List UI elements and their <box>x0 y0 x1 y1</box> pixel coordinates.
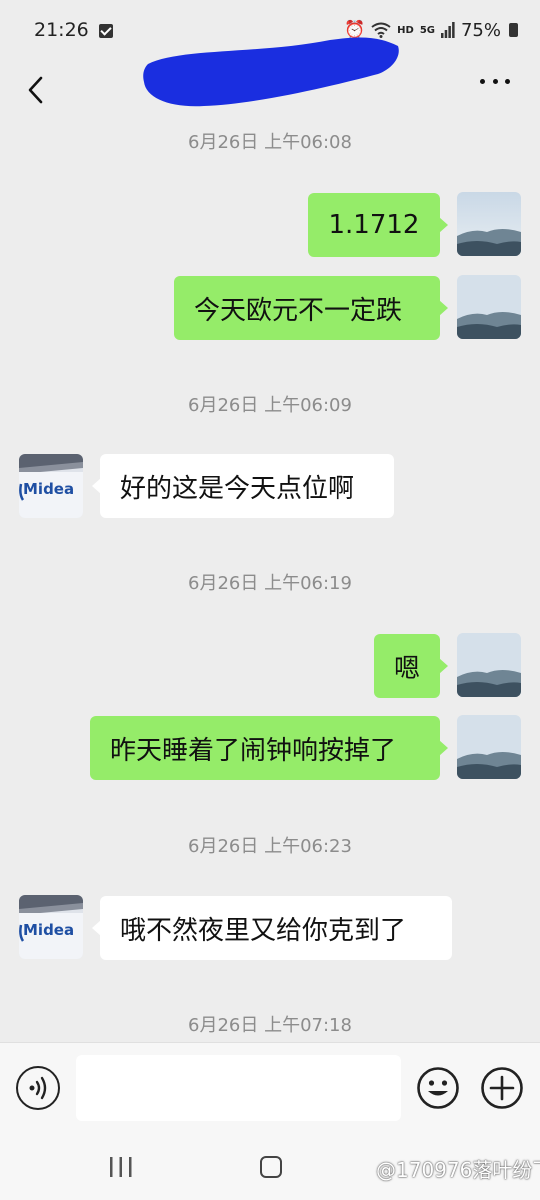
signal-label: 5G <box>419 24 435 36</box>
message-text: 嗯 <box>394 653 421 684</box>
recents-icon[interactable] <box>108 1156 134 1178</box>
check-icon <box>98 23 113 38</box>
home-icon[interactable] <box>260 1156 282 1178</box>
message-input[interactable] <box>76 1055 401 1121</box>
system-navigation-bar: @170976落叶纷飞 <box>0 1134 540 1200</box>
status-time: 21:26 <box>34 19 89 41</box>
message-text: 哦不然夜里又给你克到了 <box>120 915 407 946</box>
signal-icon <box>440 22 455 38</box>
timestamp: 6月26日 上午06:09 <box>188 395 352 416</box>
plus-icon[interactable] <box>480 1066 524 1110</box>
message-bubble-sent[interactable]: 昨天睡着了闹钟响按掉了 <box>90 716 448 780</box>
my-avatar[interactable] <box>457 275 521 339</box>
more-icon[interactable] <box>480 79 510 85</box>
my-avatar[interactable] <box>457 633 521 697</box>
my-avatar[interactable] <box>457 192 521 256</box>
midea-logo-image: Midea <box>19 454 83 518</box>
landscape-image <box>457 633 521 697</box>
emoji-icon[interactable] <box>416 1066 460 1110</box>
battery-icon <box>509 23 518 37</box>
message-bubble-sent[interactable]: 今天欧元不一定跌 <box>174 276 448 340</box>
message-text: 今天欧元不一定跌 <box>194 295 403 326</box>
message-bubble-received[interactable]: 哦不然夜里又给你克到了 <box>92 896 452 960</box>
contact-avatar[interactable]: Midea <box>19 454 83 518</box>
title-redaction <box>143 37 399 107</box>
message-bubble-sent[interactable]: 嗯 <box>374 634 448 698</box>
message-text: 昨天睡着了闹钟响按掉了 <box>110 735 397 766</box>
landscape-image <box>457 192 521 256</box>
message-text: 1.1712 <box>328 210 420 240</box>
watermark: @170976落叶纷飞 <box>376 1158 540 1182</box>
contact-avatar[interactable]: Midea <box>19 895 83 959</box>
battery-level: 75% <box>460 19 501 41</box>
timestamp: 6月26日 上午06:08 <box>188 132 352 153</box>
voice-icon[interactable] <box>16 1066 60 1110</box>
midea-logo-image: Midea <box>19 895 83 959</box>
my-avatar[interactable] <box>457 715 521 779</box>
landscape-image <box>457 275 521 339</box>
input-bar <box>0 1042 540 1134</box>
svg-text:Midea: Midea <box>23 921 74 939</box>
message-bubble-received[interactable]: 好的这是今天点位啊 <box>92 454 394 518</box>
back-icon[interactable] <box>26 70 66 110</box>
timestamp: 6月26日 上午06:19 <box>188 573 352 594</box>
timestamp: 6月26日 上午07:18 <box>188 1015 352 1036</box>
timestamp: 6月26日 上午06:23 <box>188 836 352 857</box>
message-text: 好的这是今天点位啊 <box>120 473 355 504</box>
svg-text:Midea: Midea <box>23 480 74 498</box>
landscape-image <box>457 715 521 779</box>
message-bubble-sent[interactable]: 1.1712 <box>308 193 448 257</box>
